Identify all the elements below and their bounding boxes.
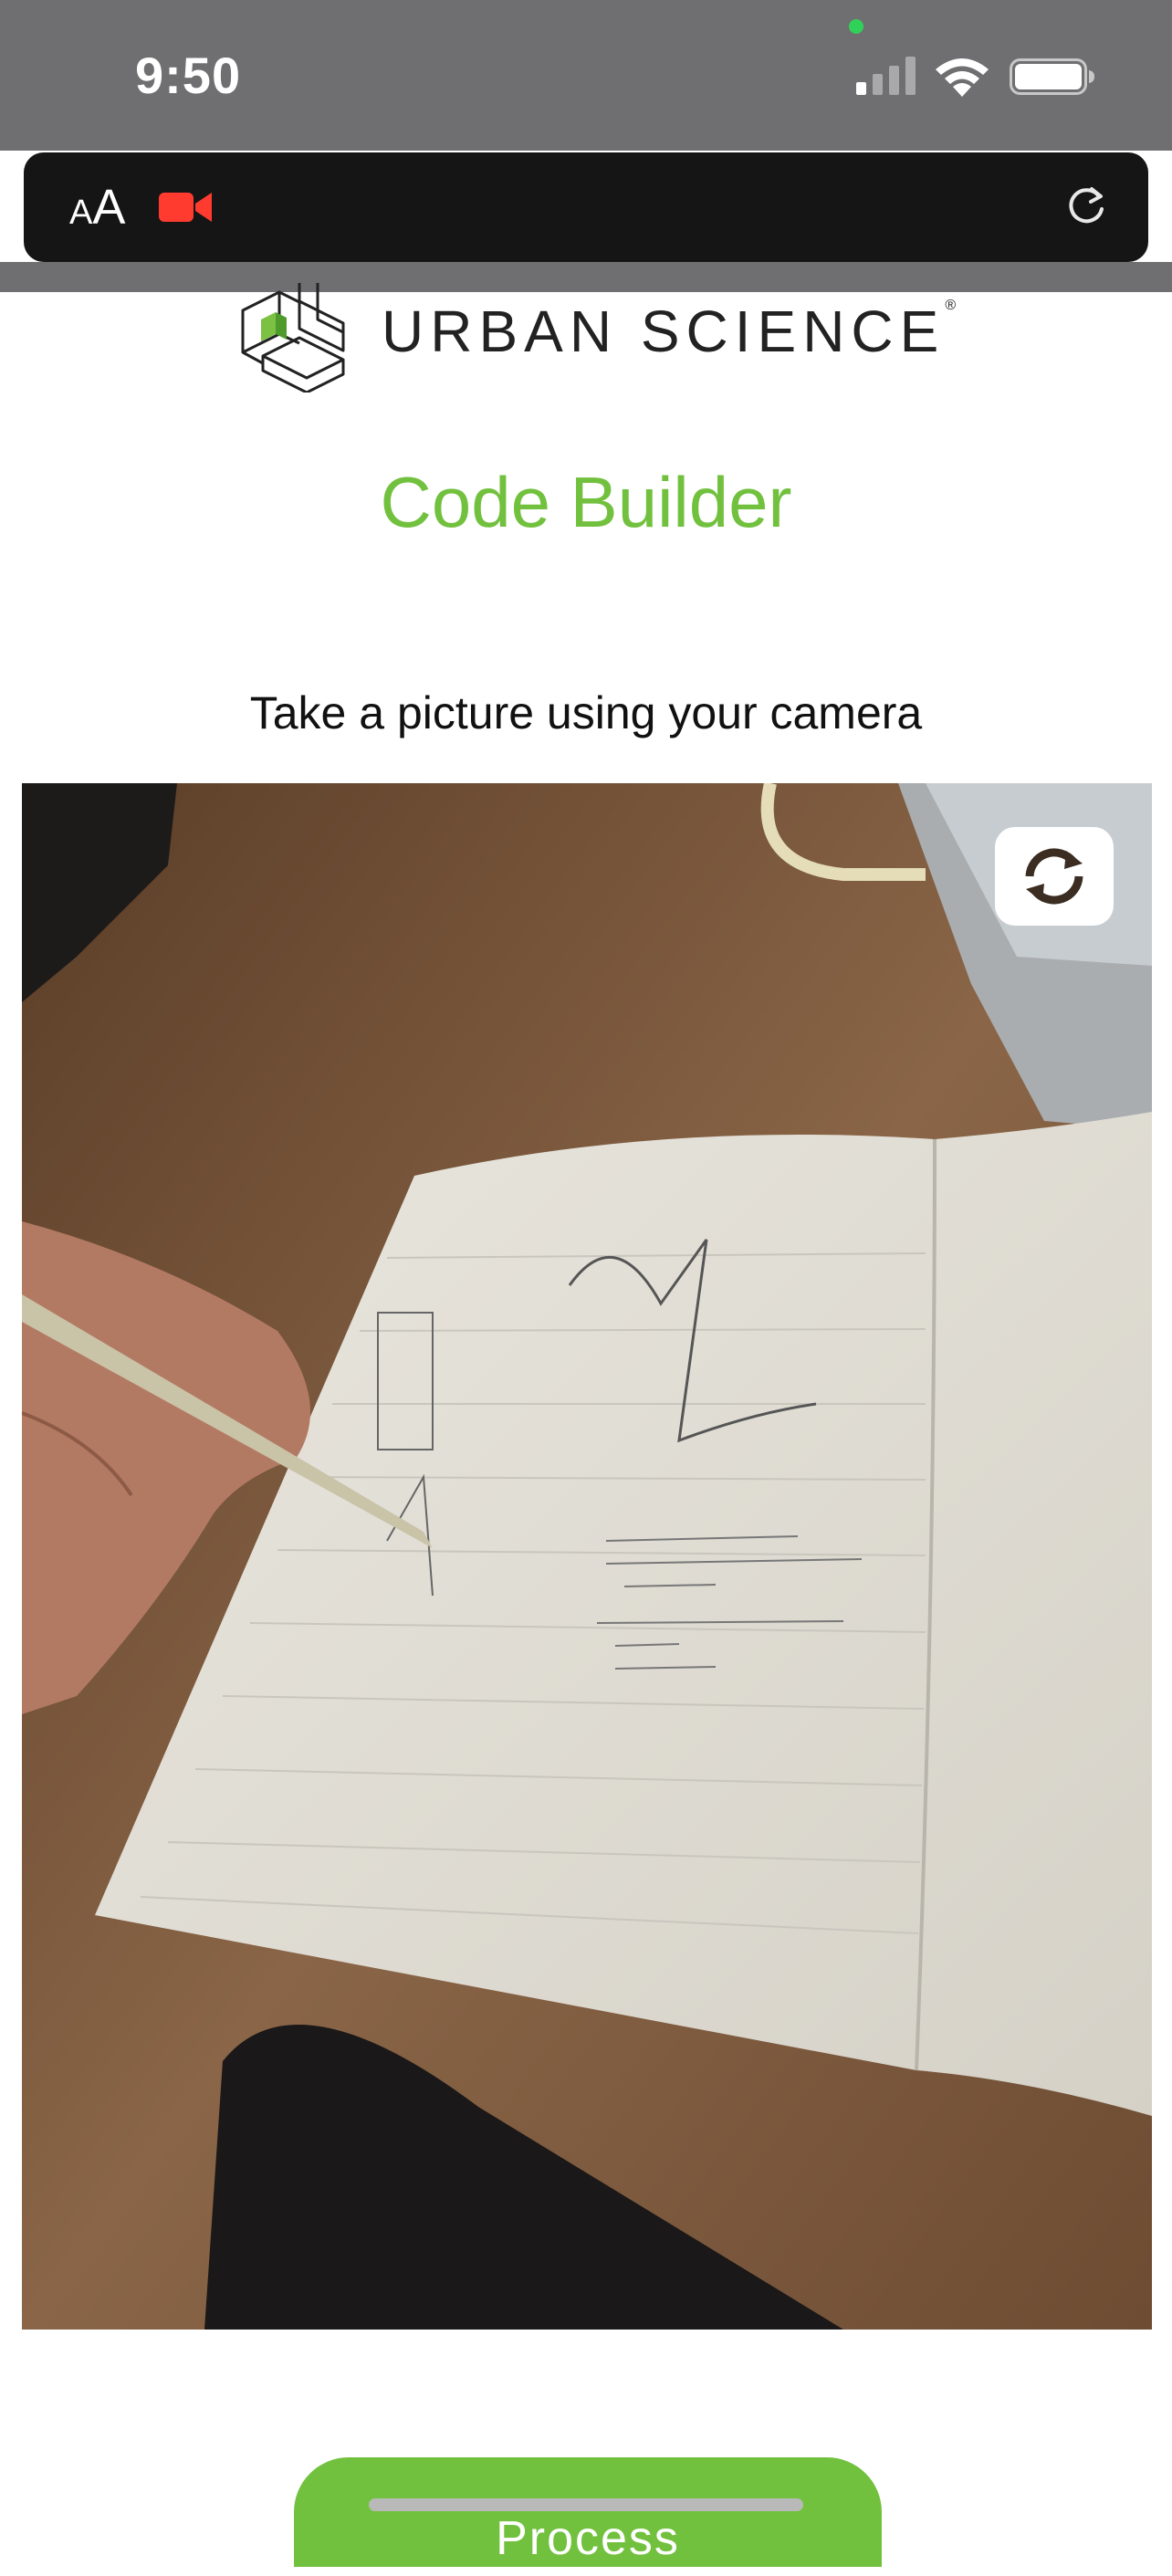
process-button[interactable]: Process bbox=[294, 2457, 882, 2567]
battery-icon bbox=[1010, 58, 1094, 95]
urban-science-logo: URBAN SCIENCE® bbox=[235, 283, 966, 393]
wifi-icon bbox=[936, 58, 989, 97]
camera-preview[interactable] bbox=[22, 783, 1152, 2330]
privacy-indicator-dot bbox=[849, 19, 863, 34]
text-size-button[interactable]: AA bbox=[69, 180, 125, 235]
brand-name-text: URBAN SCIENCE bbox=[382, 298, 946, 364]
text-size-small-label: A bbox=[69, 194, 93, 232]
browser-address-bar: AA bbox=[24, 152, 1148, 262]
home-indicator bbox=[369, 2498, 803, 2511]
switch-camera-icon bbox=[1025, 832, 1083, 905]
text-size-large-label: A bbox=[92, 180, 126, 235]
registered-mark: ® bbox=[945, 298, 957, 313]
camera-instruction: Take a picture using your camera bbox=[249, 687, 923, 738]
reload-icon[interactable] bbox=[1062, 183, 1110, 231]
page-title: Code Builder bbox=[380, 462, 792, 542]
status-bar: 9:50 bbox=[0, 0, 1172, 151]
status-time: 9:50 bbox=[135, 47, 242, 104]
camera-in-use-icon[interactable] bbox=[159, 189, 212, 225]
signal-icon bbox=[856, 57, 916, 95]
logo-mark-icon bbox=[241, 283, 345, 393]
camera-feed-image bbox=[22, 783, 1152, 2330]
switch-camera-button[interactable] bbox=[995, 827, 1114, 926]
brand-name: URBAN SCIENCE® bbox=[382, 298, 956, 365]
